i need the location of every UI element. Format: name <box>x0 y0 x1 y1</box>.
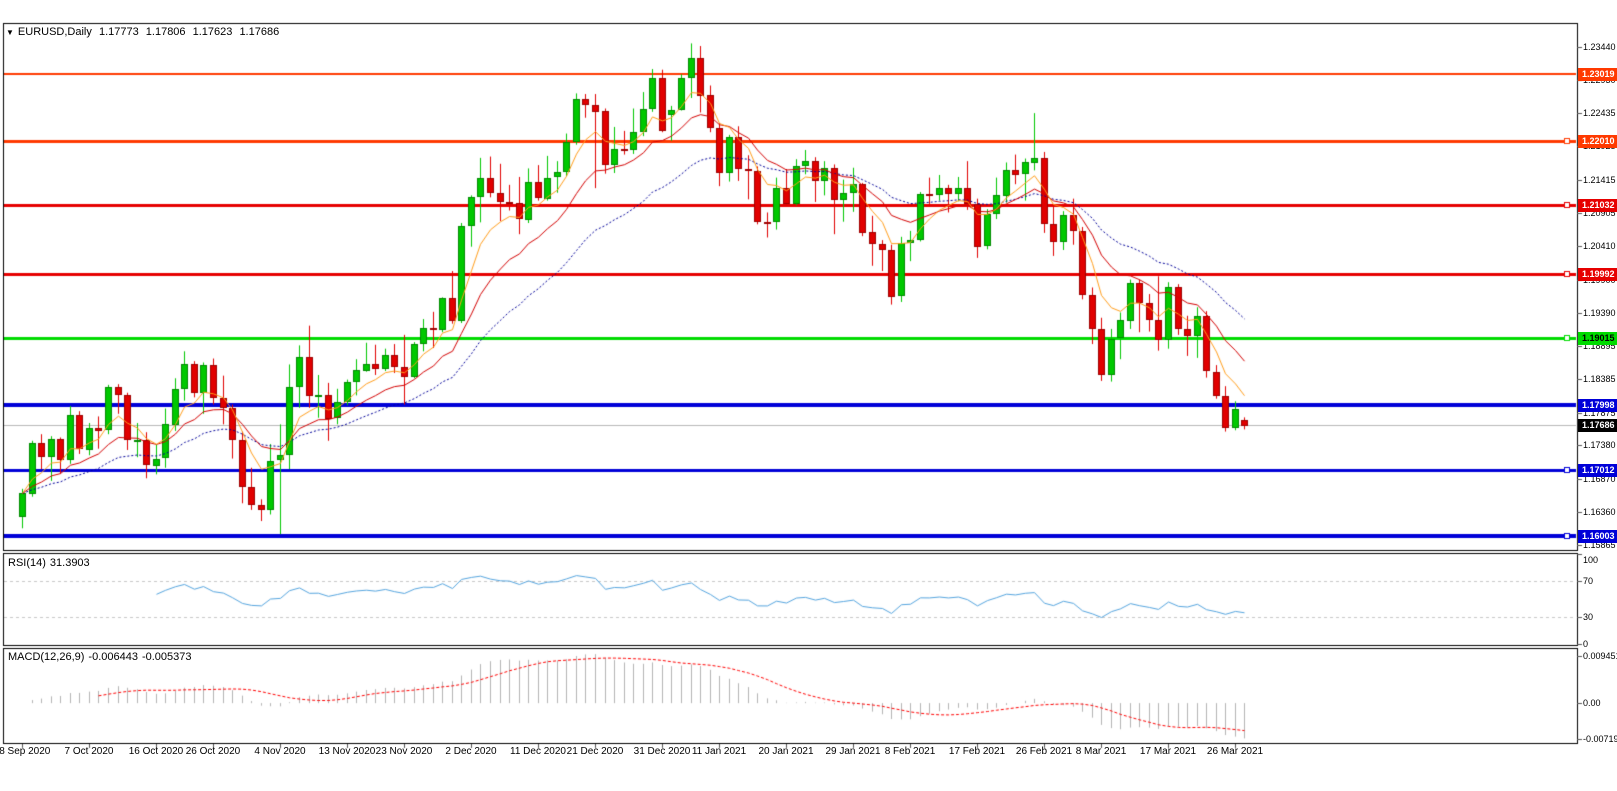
price-level-badge: 1.16003 <box>1578 530 1617 543</box>
price-level-badge: 1.22010 <box>1578 135 1617 148</box>
price-tick-label: 1.20410 <box>1583 241 1616 251</box>
ohlc-close: 1.17686 <box>239 26 279 38</box>
current-price-badge: 1.17686 <box>1578 419 1617 432</box>
price-level-badge: 1.19015 <box>1578 332 1617 345</box>
date-tick-label: 26 Oct 2020 <box>176 746 250 757</box>
date-tick-label: 2 Dec 2020 <box>434 746 508 757</box>
symbol-dropdown-icon[interactable]: ▼ <box>6 28 14 37</box>
price-tick-label: 1.21415 <box>1583 175 1616 185</box>
date-tick-label: 17 Feb 2021 <box>940 746 1014 757</box>
date-tick-label: 17 Mar 2021 <box>1131 746 1205 757</box>
date-tick-label: 8 Mar 2021 <box>1064 746 1138 757</box>
price-level-badge: 1.19992 <box>1578 268 1617 281</box>
macd-value: -0.006443 <box>88 651 138 663</box>
date-tick-label: 4 Nov 2020 <box>243 746 317 757</box>
macd-tick-label: 0.009451 <box>1583 651 1617 661</box>
price-tick-label: 1.16360 <box>1583 507 1616 517</box>
price-level-badge: 1.23019 <box>1578 68 1617 81</box>
price-tick-label: 1.18385 <box>1583 374 1616 384</box>
rsi-value: 31.3903 <box>50 557 90 569</box>
price-level-badge: 1.17998 <box>1578 399 1617 412</box>
date-tick-label: 7 Oct 2020 <box>52 746 126 757</box>
price-level-badge: 1.17012 <box>1578 464 1617 477</box>
date-tick-label: 23 Nov 2020 <box>367 746 441 757</box>
macd-tick-label: -0.00719 <box>1583 734 1617 744</box>
ohlc-low: 1.17623 <box>193 26 233 38</box>
macd-label: MACD(12,26,9) -0.006443 -0.005373 <box>8 651 196 663</box>
rsi-name: RSI(14) <box>8 557 46 569</box>
macd-name: MACD(12,26,9) <box>8 651 84 663</box>
date-tick-label: 26 Mar 2021 <box>1198 746 1272 757</box>
price-tick-label: 1.17380 <box>1583 440 1616 450</box>
date-tick-label: 20 Jan 2021 <box>749 746 823 757</box>
date-tick-label: 11 Jan 2021 <box>682 746 756 757</box>
price-level-badge: 1.21032 <box>1578 199 1617 212</box>
rsi-tick-label: 0 <box>1583 639 1588 649</box>
date-tick-label: 21 Dec 2020 <box>558 746 632 757</box>
date-tick-label: 28 Sep 2020 <box>0 746 59 757</box>
ohlc-high: 1.17806 <box>146 26 186 38</box>
rsi-tick-label: 70 <box>1583 576 1593 586</box>
price-tick-label: 1.19390 <box>1583 308 1616 318</box>
price-chart-canvas[interactable] <box>0 0 1617 791</box>
ohlc-open: 1.17773 <box>99 26 139 38</box>
macd-tick-label: 0.00 <box>1583 698 1601 708</box>
rsi-label: RSI(14) 31.3903 <box>8 557 94 569</box>
price-tick-label: 1.22435 <box>1583 108 1616 118</box>
chart-symbol-label: EURUSD,Daily <box>18 26 92 38</box>
macd-signal-value: -0.005373 <box>142 651 192 663</box>
price-tick-label: 1.23440 <box>1583 42 1616 52</box>
date-tick-label: 8 Feb 2021 <box>873 746 947 757</box>
rsi-tick-label: 100 <box>1583 555 1598 565</box>
chart-title: ▼ EURUSD,Daily 1.17773 1.17806 1.17623 1.… <box>6 26 283 38</box>
rsi-tick-label: 30 <box>1583 612 1593 622</box>
